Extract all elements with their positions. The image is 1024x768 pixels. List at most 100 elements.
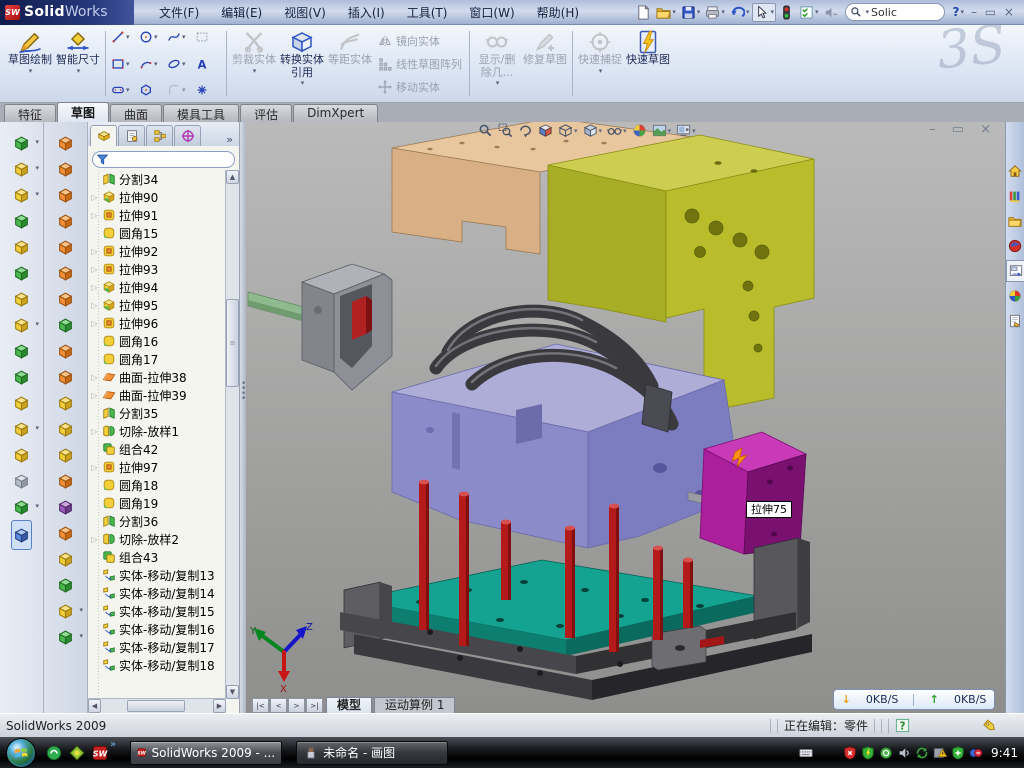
feature-tool-col2-10[interactable] [57,390,74,416]
tree-item[interactable]: 分割35 [88,404,226,422]
feature-tool-col2-13[interactable] [57,468,74,494]
cm-button-镜向实体[interactable]: 镜向实体 [378,33,462,49]
design-library-icon[interactable] [1006,185,1024,207]
menu-item-0[interactable]: 文件(F) [148,1,210,24]
feature-tool-col2-19[interactable]: ▾ [57,624,74,650]
feature-tool-col2-18[interactable]: ▾ [57,598,74,624]
tree-item[interactable]: 组合43 [88,548,226,566]
display-style-icon[interactable]: ▾ [583,123,603,138]
feature-tool-col1-15[interactable] [11,520,32,550]
edit-appearance-icon[interactable] [632,123,647,138]
tree-item[interactable]: ▷拉伸92 [88,242,226,260]
taskbar-window-未命名 - 画图[interactable]: 未命名 - 画图 [296,741,448,765]
tree-item[interactable]: 圆角17 [88,350,226,368]
tree-item[interactable]: ▷拉伸93 [88,260,226,278]
tree-item[interactable]: 分割36 [88,512,226,530]
tree-item[interactable]: 圆角16 [88,332,226,350]
feature-tool-col2-12[interactable] [57,442,74,468]
feature-tool-col1-12[interactable] [13,442,30,468]
options-checklist-icon[interactable]: ▾ [797,3,821,22]
undo-icon[interactable]: ▾ [728,3,752,22]
nav-button-0[interactable]: |< [252,698,269,713]
badge-green-icon[interactable] [879,746,893,760]
tree-item[interactable]: ▷切除-放样2 [88,530,226,548]
cm-button-剪裁实体[interactable]: 剪裁实体▾ [230,27,278,100]
menu-item-3[interactable]: 插入(I) [337,1,396,24]
configurationmanager-tab-icon[interactable] [146,125,173,146]
tree-item[interactable]: 分割34 [88,170,226,188]
hide-show-items-icon[interactable]: ▾ [607,123,627,138]
feature-tool-col2-17[interactable] [57,572,74,598]
hscroll-thumb[interactable] [127,700,185,712]
tab-草图[interactable]: 草图 [57,102,109,122]
sketch-tool-polygon[interactable] [139,83,165,97]
rebuild-traffic-light-icon[interactable] [777,3,796,22]
voice-commands-icon[interactable] [821,3,840,22]
sketch-tool-line[interactable]: ▾ [111,30,137,44]
scroll-left-icon[interactable]: ◀ [88,699,101,713]
warning-tray-icon[interactable] [933,746,947,760]
feature-tool-col2-16[interactable] [57,546,74,572]
propertymanager-tab-icon[interactable] [118,125,145,146]
zoom-area-icon[interactable] [498,123,513,138]
tree-horizontal-scrollbar[interactable]: ◀ ▶ [88,698,226,713]
feature-tool-col2-7[interactable] [57,312,74,338]
feature-tool-col1-0[interactable]: ▾ [13,130,30,156]
sync-green-icon[interactable] [915,746,929,760]
view-settings-icon[interactable]: ▾ [676,123,696,138]
cm-button-转换实体引用[interactable]: 转换实体引用▾ [278,27,326,100]
sw-resources-icon[interactable] [1006,235,1024,257]
feature-tool-col2-9[interactable] [57,364,74,390]
dual-indicator-icon[interactable] [969,746,983,760]
tree-item[interactable]: 圆角19 [88,494,226,512]
feature-tool-col1-6[interactable] [13,286,30,312]
sketch-tool-textA[interactable]: A [195,57,221,71]
cm-button-修复草图[interactable]: 修复草图 [521,27,569,100]
tree-item[interactable]: ▷拉伸94 [88,278,226,296]
speaker-icon[interactable] [897,746,911,760]
keyboard-icon[interactable] [799,746,813,760]
sketch-tool-circle[interactable]: ▾ [139,30,165,44]
tree-item[interactable]: 组合42 [88,440,226,458]
tab-曲面[interactable]: 曲面 [110,104,162,122]
feature-tool-col1-5[interactable] [13,260,30,286]
start-button[interactable] [6,738,36,768]
tree-item[interactable]: 实体-移动/复制14 [88,584,226,602]
sketch-tool-sk-fillet[interactable]: ▾ [167,83,193,97]
tab-模具工具[interactable]: 模具工具 [163,104,239,122]
bottom-tab-模型[interactable]: 模型 [326,697,372,713]
feature-tool-col1-11[interactable]: ▾ [13,416,30,442]
feature-tool-col2-2[interactable] [57,182,74,208]
feature-tool-col2-4[interactable] [57,234,74,260]
feature-tool-col2-14[interactable] [57,494,74,520]
tree-item[interactable]: ▷曲面-拉伸39 [88,386,226,404]
feature-tool-col1-2[interactable]: ▾ [13,182,30,208]
nav-button-2[interactable]: > [288,698,305,713]
print-icon[interactable]: ▾ [703,3,727,22]
feature-tool-col2-15[interactable] [57,520,74,546]
feature-tool-col2-1[interactable] [57,156,74,182]
tree-item[interactable]: ▷曲面-拉伸38 [88,368,226,386]
scroll-down-icon[interactable]: ▼ [226,685,239,699]
menu-item-2[interactable]: 视图(V) [273,1,337,24]
cm-button-草图绘制[interactable]: 草图绘制▾ [6,27,54,100]
green-circle-app-icon[interactable] [46,745,62,761]
tree-item[interactable]: 实体-移动/复制15 [88,602,226,620]
status-help-icon[interactable]: ? [895,718,910,733]
feature-tool-col1-13[interactable] [13,468,30,494]
menu-item-6[interactable]: 帮助(H) [526,1,590,24]
taskbar-window-SolidWorks 2009 - ...[interactable]: SWSolidWorks 2009 - ... [130,741,282,765]
tree-item[interactable]: ▷拉伸90 [88,188,226,206]
cm-button-快速捕捉[interactable]: 快速捕捉▾ [576,27,624,100]
cm-button-等距实体[interactable]: 等距实体 [326,27,374,100]
feature-tool-col1-3[interactable] [13,208,30,234]
tree-item[interactable]: ▷拉伸96 [88,314,226,332]
new-document-icon[interactable] [634,3,653,22]
rotate-view-icon[interactable] [518,123,533,138]
feature-tool-col1-8[interactable] [13,338,30,364]
feature-tool-col1-1[interactable]: ▾ [13,156,30,182]
view-palette-icon[interactable] [1006,260,1024,282]
tree-item[interactable]: 实体-移动/复制16 [88,620,226,638]
shield-green-icon[interactable] [861,746,875,760]
sketch-tool-point[interactable] [195,83,221,97]
